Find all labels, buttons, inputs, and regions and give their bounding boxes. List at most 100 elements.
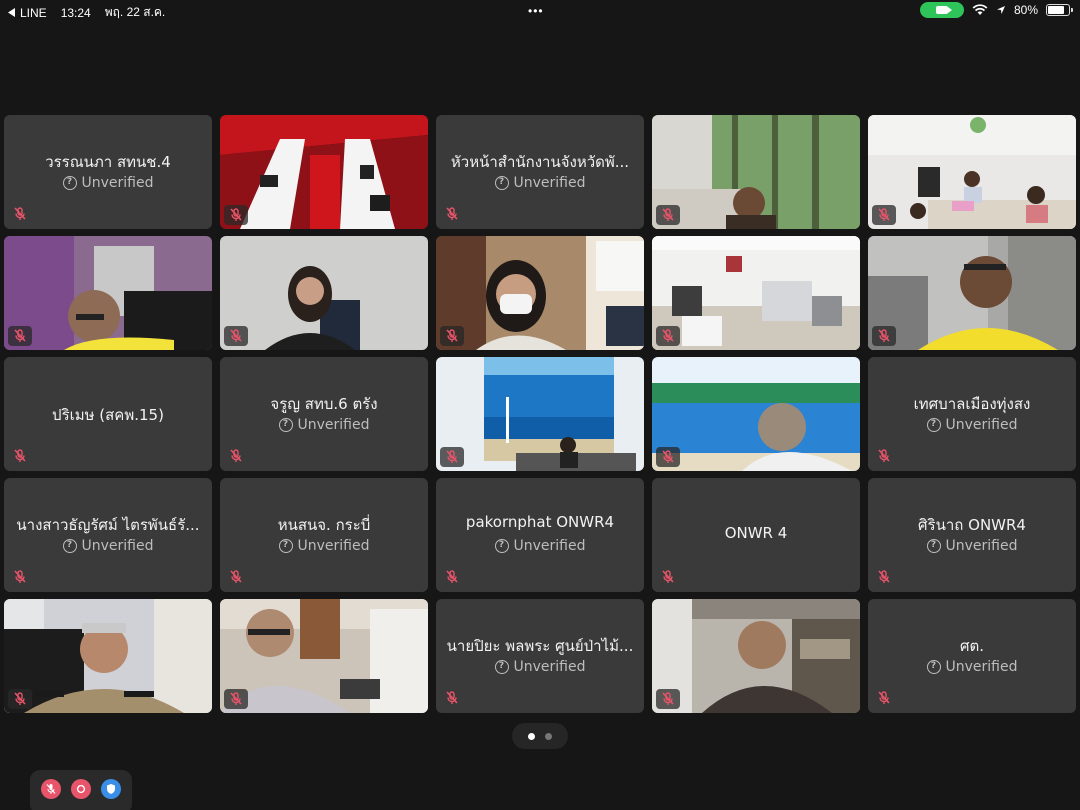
camera-button[interactable]: [71, 779, 91, 799]
video-feed-man-forest-backdrop: [652, 115, 860, 229]
participant-name: ศิรินาถ ONWR4: [918, 516, 1026, 534]
mic-muted-icon: [444, 569, 460, 585]
unverified-label: Unverified: [513, 538, 586, 554]
location-icon: [996, 6, 1005, 14]
mic-muted-icon: [228, 448, 244, 464]
participant-name: หนสนจ. กระบี่: [277, 516, 371, 534]
question-circle-icon: ?: [278, 539, 293, 553]
camera-icon: [75, 783, 87, 795]
unverified-badge: ? Unverified: [4, 175, 212, 191]
participant-video-tile[interactable]: [220, 115, 428, 229]
unverified-label: Unverified: [513, 175, 586, 191]
participant-name: ปริเมษ (สคพ.15): [52, 406, 164, 424]
multitask-dots[interactable]: •••: [528, 4, 544, 18]
mic-muted-icon: [440, 326, 464, 346]
question-circle-icon: ?: [62, 176, 77, 190]
video-feed-woman-phone: [220, 236, 428, 350]
participant-tile[interactable]: นางสาวธัญรัศม์ ไตรพันธ์รั...? Unverified: [4, 478, 212, 592]
back-app-label: LINE: [20, 5, 47, 20]
question-circle-icon: ?: [494, 660, 509, 674]
participant-tile[interactable]: หัวหน้าสำนักงานจังหวัดพั...? Unverified: [436, 115, 644, 229]
participant-tile[interactable]: pakornphat ONWR4? Unverified: [436, 478, 644, 592]
question-circle-icon: ?: [62, 539, 77, 553]
mic-muted-icon: [444, 206, 460, 222]
video-feed-red-conference-room: [220, 115, 428, 229]
page-indicator[interactable]: [512, 723, 568, 749]
mic-off-icon: [45, 783, 57, 795]
participant-tile[interactable]: นายปิยะ พลพระ ศูนย์ป่าไม้...? Unverified: [436, 599, 644, 713]
participant-video-tile[interactable]: [652, 357, 860, 471]
participant-video-tile[interactable]: [868, 115, 1076, 229]
unverified-label: Unverified: [297, 538, 370, 554]
participant-name: ONWR 4: [724, 524, 788, 542]
participant-name: จรูญ สทบ.6 ตรัง: [270, 395, 378, 413]
participant-video-tile[interactable]: [652, 115, 860, 229]
participant-tile[interactable]: เทศบาลเมืองทุ่งสง? Unverified: [868, 357, 1076, 471]
participant-tile[interactable]: ONWR 4: [652, 478, 860, 592]
mic-muted-icon: [12, 569, 28, 585]
mic-muted-icon: [656, 205, 680, 225]
video-feed-songkhla-backdrop: [436, 357, 644, 471]
participant-video-tile[interactable]: [652, 599, 860, 713]
question-circle-icon: ?: [494, 539, 509, 553]
page-dot-1[interactable]: [528, 732, 535, 740]
page-dot-2[interactable]: [545, 732, 552, 740]
participant-video-tile[interactable]: [436, 357, 644, 471]
mic-muted-icon: [872, 326, 896, 346]
back-to-app-button[interactable]: LINE: [8, 6, 47, 20]
mic-muted-icon: [228, 569, 244, 585]
video-feed-man-glasses-yellow: [4, 236, 212, 350]
mic-muted-icon: [8, 326, 32, 346]
participant-video-tile[interactable]: [220, 599, 428, 713]
unverified-badge: ? Unverified: [868, 538, 1076, 554]
unverified-badge: ? Unverified: [220, 538, 428, 554]
unverified-label: Unverified: [81, 175, 154, 191]
unverified-badge: ? Unverified: [220, 417, 428, 433]
participant-tile[interactable]: วรรณนภา สทนช.4? Unverified: [4, 115, 212, 229]
mic-muted-icon: [656, 689, 680, 709]
unverified-badge: ? Unverified: [436, 659, 644, 675]
unverified-label: Unverified: [297, 417, 370, 433]
mic-muted-icon: [876, 448, 892, 464]
participant-name: เทศบาลเมืองทุ่งสง: [913, 395, 1031, 413]
mic-muted-icon: [12, 448, 28, 464]
mic-muted-icon: [224, 205, 248, 225]
unverified-label: Unverified: [513, 659, 586, 675]
unverified-label: Unverified: [945, 417, 1018, 433]
video-feed-river-backdrop: [652, 357, 860, 471]
mic-muted-icon: [656, 447, 680, 467]
participant-tile[interactable]: จรูญ สทบ.6 ตรัง ? Unverified: [220, 357, 428, 471]
mic-muted-icon: [8, 689, 32, 709]
mic-muted-icon: [224, 689, 248, 709]
participant-name: หัวหน้าสำนักงานจังหวัดพั...: [450, 153, 630, 171]
mic-muted-icon: [656, 326, 680, 346]
participant-video-tile[interactable]: [436, 236, 644, 350]
mic-muted-icon: [444, 690, 460, 706]
call-controls-bar: [30, 770, 132, 810]
participant-video-tile[interactable]: [220, 236, 428, 350]
video-feed-office-group: [868, 115, 1076, 229]
video-feed-man-glasses-office: [220, 599, 428, 713]
mic-muted-icon: [876, 569, 892, 585]
participant-name: ศต.: [959, 637, 985, 655]
participant-tile[interactable]: ศิรินาถ ONWR4 ? Unverified: [868, 478, 1076, 592]
mic-muted-icon: [224, 326, 248, 346]
mic-off-button[interactable]: [41, 779, 61, 799]
participant-video-tile[interactable]: [4, 599, 212, 713]
question-circle-icon: ?: [494, 176, 509, 190]
question-circle-icon: ?: [926, 539, 941, 553]
participant-tile[interactable]: ศต.? Unverified: [868, 599, 1076, 713]
participant-name: pakornphat ONWR4: [465, 513, 615, 531]
participant-tile[interactable]: หนสนจ. กระบี่? Unverified: [220, 478, 428, 592]
participant-video-tile[interactable]: [868, 236, 1076, 350]
status-time: 13:24: [60, 5, 91, 20]
participant-video-tile[interactable]: [652, 236, 860, 350]
participant-video-tile[interactable]: [4, 236, 212, 350]
mic-muted-icon: [12, 206, 28, 222]
battery-percent: 80%: [1013, 3, 1038, 17]
mic-muted-icon: [660, 569, 676, 585]
mic-muted-icon: [872, 205, 896, 225]
camera-active-indicator: [919, 2, 964, 18]
participant-tile[interactable]: ปริเมษ (สคพ.15): [4, 357, 212, 471]
shield-button[interactable]: [101, 779, 121, 799]
